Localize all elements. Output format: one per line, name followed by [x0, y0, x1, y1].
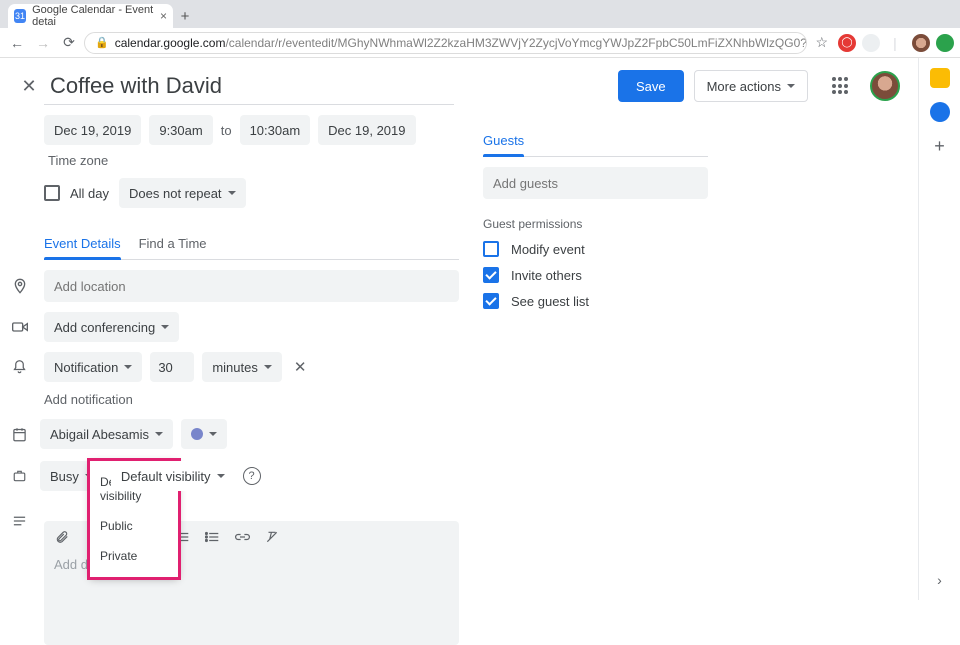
video-icon: [12, 321, 32, 333]
color-dot-icon: [191, 428, 203, 440]
attachment-icon[interactable]: [54, 529, 70, 545]
new-tab-button[interactable]: +: [173, 4, 197, 28]
notification-type-select[interactable]: Notification: [44, 352, 142, 382]
description-icon: [12, 515, 32, 527]
briefcase-icon: [12, 469, 32, 483]
chevron-down-icon: [161, 325, 169, 329]
add-guests-input[interactable]: [483, 167, 708, 199]
see-guest-list-checkbox[interactable]: [483, 293, 499, 309]
reload-icon[interactable]: ⟳: [58, 32, 80, 54]
back-icon[interactable]: ←: [6, 32, 28, 54]
lock-icon: 🔒: [95, 36, 109, 49]
close-event-icon[interactable]: ✕: [18, 75, 40, 97]
invite-others-checkbox[interactable]: [483, 267, 499, 283]
chevron-down-icon: [209, 432, 217, 436]
conferencing-select[interactable]: Add conferencing: [44, 312, 179, 342]
visibility-option[interactable]: Private: [90, 541, 178, 571]
collapse-panel-icon[interactable]: ›: [937, 572, 942, 588]
notification-amount-input[interactable]: 30: [150, 352, 194, 382]
add-addon-icon[interactable]: +: [934, 136, 945, 157]
modify-event-label: Modify event: [511, 242, 585, 257]
extension-icon[interactable]: ◯: [838, 34, 856, 52]
tab-find-time[interactable]: Find a Time: [139, 230, 207, 259]
side-panel: + ›: [918, 58, 960, 600]
chevron-down-icon: [264, 365, 272, 369]
bulleted-list-icon[interactable]: [204, 529, 220, 545]
close-tab-icon[interactable]: ×: [160, 9, 167, 23]
visibility-option[interactable]: Public: [90, 511, 178, 541]
google-apps-icon[interactable]: [832, 77, 850, 95]
save-button[interactable]: Save: [618, 70, 684, 102]
location-input[interactable]: [44, 270, 459, 302]
tasks-icon[interactable]: [930, 102, 950, 122]
start-time-chip[interactable]: 9:30am: [149, 115, 212, 145]
profile-avatar-icon[interactable]: [912, 34, 930, 52]
remove-notification-icon[interactable]: ✕: [294, 358, 307, 376]
event-title-input[interactable]: Coffee with David: [50, 73, 222, 99]
all-day-label: All day: [70, 186, 109, 201]
chevron-down-icon: [787, 84, 795, 88]
all-day-checkbox[interactable]: [44, 185, 60, 201]
calendar-icon: [12, 427, 32, 442]
help-icon[interactable]: ?: [243, 467, 261, 485]
see-guest-list-label: See guest list: [511, 294, 589, 309]
bookmark-star-icon[interactable]: ☆: [815, 34, 828, 51]
notification-unit-select[interactable]: minutes: [202, 352, 282, 382]
guest-permissions-heading: Guest permissions: [483, 217, 708, 231]
visibility-select[interactable]: Default visibility: [111, 461, 235, 491]
browser-tab[interactable]: 31 Google Calendar - Event detai ×: [8, 4, 173, 28]
menu-divider: |: [884, 32, 906, 54]
location-pin-icon: [12, 278, 32, 294]
link-icon[interactable]: [234, 529, 250, 545]
bell-icon: [12, 359, 32, 375]
modify-event-checkbox[interactable]: [483, 241, 499, 257]
end-time-chip[interactable]: 10:30am: [240, 115, 311, 145]
chevron-down-icon: [228, 191, 236, 195]
browser-toolbar: ← → ⟳ 🔒 calendar.google.com/calendar/r/e…: [0, 28, 960, 58]
to-label: to: [221, 123, 232, 138]
extension-icon[interactable]: [936, 34, 954, 52]
tab-guests[interactable]: Guests: [483, 127, 524, 156]
end-date-chip[interactable]: Dec 19, 2019: [318, 115, 415, 145]
account-avatar[interactable]: [870, 71, 900, 101]
add-notification-link[interactable]: Add notification: [44, 392, 459, 407]
calendar-favicon: 31: [14, 9, 26, 23]
chevron-down-icon: [217, 474, 225, 478]
clear-formatting-icon[interactable]: [264, 529, 280, 545]
chevron-down-icon: [124, 365, 132, 369]
tab-title: Google Calendar - Event detai: [32, 4, 160, 28]
forward-icon: →: [32, 32, 54, 54]
address-bar[interactable]: 🔒 calendar.google.com/calendar/r/evented…: [84, 32, 807, 54]
tab-event-details[interactable]: Event Details: [44, 230, 121, 259]
extension-icon[interactable]: [862, 34, 880, 52]
calendar-owner-select[interactable]: Abigail Abesamis: [40, 419, 173, 449]
timezone-link[interactable]: Time zone: [48, 153, 108, 168]
keep-icon[interactable]: [930, 68, 950, 88]
event-color-select[interactable]: [181, 419, 227, 449]
start-date-chip[interactable]: Dec 19, 2019: [44, 115, 141, 145]
chevron-down-icon: [155, 432, 163, 436]
recurrence-select[interactable]: Does not repeat: [119, 178, 246, 208]
more-actions-button[interactable]: More actions: [694, 70, 808, 102]
browser-tab-strip: 31 Google Calendar - Event detai × +: [0, 0, 960, 28]
invite-others-label: Invite others: [511, 268, 582, 283]
